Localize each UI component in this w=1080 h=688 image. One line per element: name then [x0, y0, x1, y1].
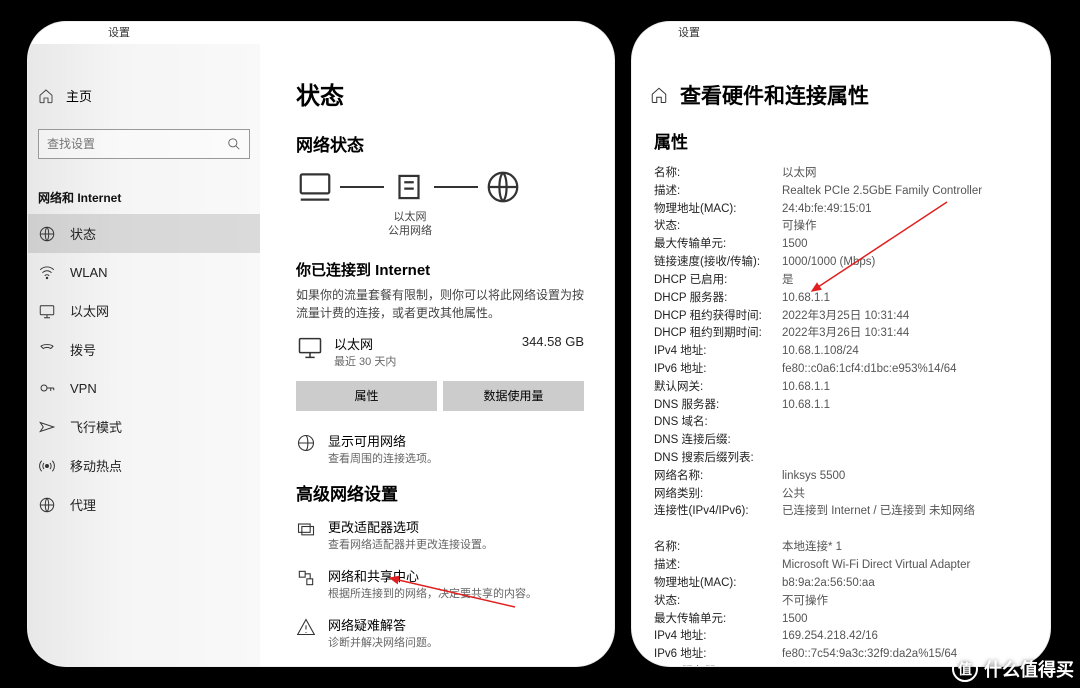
- nav-wlan[interactable]: WLAN: [28, 253, 260, 291]
- home-link[interactable]: 主页: [28, 80, 260, 111]
- eth-ipv6: fe80::c0a6:1cf4:d1bc:e953%14/64: [782, 361, 957, 379]
- eth-dhcp-exp: 2022年3月26日 10:31:44: [782, 325, 909, 343]
- search-field[interactable]: [47, 137, 227, 151]
- props-heading: 属性: [654, 128, 1028, 153]
- eth-gw: 10.68.1.1: [782, 379, 830, 397]
- diagram-caption: 以太网 公用网络: [380, 210, 440, 239]
- usage-sub: 最近 30 天内: [334, 353, 512, 369]
- nav-airplane[interactable]: 飞行模式: [28, 407, 260, 446]
- connected-heading: 你已连接到 Internet: [296, 259, 584, 280]
- search-icon: [227, 137, 241, 151]
- eth-netname: linksys 5500: [782, 468, 845, 486]
- ethernet-icon: [38, 302, 56, 320]
- loc-mac: b8:9a:2a:56:50:aa: [782, 575, 875, 593]
- pc-icon: [296, 168, 334, 206]
- nav-vpn[interactable]: VPN: [28, 369, 260, 407]
- advanced-heading: 高级网络设置: [296, 480, 584, 505]
- usage-value: 344.58 GB: [522, 334, 584, 349]
- adapter-icon: [296, 519, 316, 539]
- loc-ipv6: fe80::7c54:9a3c:32f9:da2a%15/64: [782, 646, 957, 664]
- eth-netcat: 公共: [782, 486, 805, 504]
- page-header: 查看硬件和连接属性: [632, 44, 1050, 128]
- network-diagram: [296, 168, 584, 206]
- adapter-options-link[interactable]: 更改适配器选项 查看网络适配器并更改连接设置。: [296, 517, 584, 552]
- usage-name: 以太网: [334, 334, 512, 353]
- eth-speed: 1000/1000 (Mbps): [782, 254, 875, 272]
- eth-name: 以太网: [782, 165, 817, 183]
- wifi-icon: [38, 263, 56, 281]
- properties-button[interactable]: 属性: [296, 381, 437, 411]
- search-settings-input[interactable]: [38, 129, 250, 159]
- troubleshoot-link[interactable]: 网络疑难解答 诊断并解决网络问题。: [296, 615, 584, 650]
- sharing-center-link[interactable]: 网络和共享中心 根据所连接到的网络，决定要共享的内容。: [296, 566, 584, 601]
- window-title: 设置: [28, 22, 614, 44]
- section-label: 网络和 Internet: [28, 181, 260, 214]
- eth-dns: 10.68.1.1: [782, 397, 830, 415]
- watermark: 值 什么值得买: [952, 656, 1074, 682]
- data-usage-button[interactable]: 数据使用量: [443, 381, 584, 411]
- nav-dialup[interactable]: 拨号: [28, 330, 260, 369]
- eth-dhcp-got: 2022年3月25日 10:31:44: [782, 308, 909, 326]
- page-title: 查看硬件和连接属性: [680, 80, 869, 110]
- router-icon: [390, 168, 428, 206]
- eth-status: 可操作: [782, 218, 817, 236]
- eth-mac: 24:4b:fe:49:15:01: [782, 201, 872, 219]
- network-status-heading: 网络状态: [296, 131, 584, 156]
- page-title: 状态: [296, 76, 584, 111]
- vpn-icon: [38, 379, 56, 397]
- loc-status: 不可操作: [782, 593, 828, 611]
- loc-name: 本地连接* 1: [782, 539, 842, 557]
- hardware-props-link[interactable]: 查看硬件和连接属性: [296, 664, 584, 666]
- loc-desc: Microsoft Wi-Fi Direct Virtual Adapter: [782, 557, 970, 575]
- eth-dhcp-srv: 10.68.1.1: [782, 290, 830, 308]
- nav-hotspot[interactable]: 移动热点: [28, 446, 260, 485]
- connected-desc: 如果你的流量套餐有限制，则你可以将此网络设置为按流量计费的连接，或者更改其他属性…: [296, 286, 584, 322]
- home-icon: [38, 88, 54, 104]
- eth-conn: 已连接到 Internet / 已连接到 未知网络: [782, 503, 975, 521]
- nav-proxy[interactable]: 代理: [28, 485, 260, 524]
- proxy-icon: [38, 496, 56, 514]
- window-title: 设置: [632, 22, 1050, 44]
- properties-section: 属性 名称:以太网 描述:Realtek PCIe 2.5GbE Family …: [632, 128, 1050, 666]
- home-icon[interactable]: [650, 86, 668, 104]
- settings-window-left: 设置 主页 网络和 Internet 状态 WLAN 以太网: [28, 22, 614, 666]
- sidebar: 主页 网络和 Internet 状态 WLAN 以太网 拨号: [28, 44, 260, 666]
- hotspot-icon: [38, 457, 56, 475]
- dialup-icon: [38, 341, 56, 359]
- globe-icon: [38, 225, 56, 243]
- nav-ethernet[interactable]: 以太网: [28, 291, 260, 330]
- eth-desc: Realtek PCIe 2.5GbE Family Controller: [782, 183, 982, 201]
- eth-dhcp-on: 是: [782, 272, 794, 290]
- home-label: 主页: [66, 86, 92, 105]
- usage-row[interactable]: 以太网 最近 30 天内 344.58 GB: [296, 334, 584, 369]
- watermark-badge-icon: 值: [952, 656, 978, 682]
- settings-window-right: 设置 查看硬件和连接属性 属性 名称:以太网 描述:Realtek PCIe 2…: [632, 22, 1050, 666]
- eth-ipv4: 10.68.1.108/24: [782, 343, 859, 361]
- airplane-icon: [38, 418, 56, 436]
- show-networks-link[interactable]: 显示可用网络 查看周围的连接选项。: [296, 431, 584, 466]
- loc-mtu: 1500: [782, 611, 808, 629]
- sharing-icon: [296, 568, 316, 588]
- warning-icon: [296, 617, 316, 637]
- main-content: 状态 网络状态 以太网 公用网络 你已连接到 Internet 如果你的流量套餐…: [260, 44, 614, 666]
- globe-icon: [484, 168, 522, 206]
- globe-icon: [296, 433, 316, 453]
- loc-ipv4: 169.254.218.42/16: [782, 628, 878, 646]
- nav-status[interactable]: 状态: [28, 214, 260, 253]
- monitor-icon: [296, 334, 324, 362]
- eth-mtu: 1500: [782, 236, 808, 254]
